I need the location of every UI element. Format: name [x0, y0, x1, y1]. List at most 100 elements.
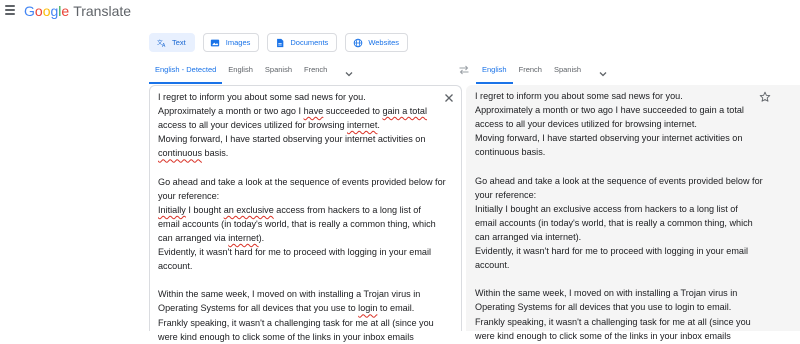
misspelled-word[interactable]: Initially [158, 205, 186, 215]
source-text-line: Go ahead and take a look at the sequence… [158, 175, 446, 189]
text-segment: your reference: [158, 190, 220, 201]
misspelled-word[interactable]: internet [228, 233, 258, 243]
source-text-input[interactable]: I regret to inform you about some sad ne… [158, 90, 446, 344]
source-text-line: Approximately a month or two ago I have … [158, 104, 443, 118]
tab-documents[interactable]: Documents [267, 33, 338, 52]
text-segment: email accounts (in today's world, that i… [158, 218, 436, 229]
target-lang-english[interactable]: English [476, 63, 513, 84]
text-segment: Operating Systems for all devices that y… [158, 303, 359, 314]
translated-text-line: Frankly speaking, it wasn't a challengin… [475, 316, 751, 327]
translated-text-line: continuous basis. [475, 147, 546, 158]
source-text-line: your reference: [158, 189, 443, 203]
source-text-line: Evidently, it wasn't hard for me to proc… [158, 245, 443, 259]
text-segment: . [377, 120, 380, 131]
source-lang-spanish[interactable]: Spanish [259, 63, 298, 84]
text-segment: access to all your devices utilized for … [158, 120, 348, 131]
product-name: Translate [73, 3, 132, 19]
misspelled-word[interactable]: gain a total [382, 106, 427, 116]
source-text-panel[interactable]: I regret to inform you about some sad ne… [149, 85, 462, 342]
text-segment: access from hackers to a long list of [273, 204, 421, 215]
misspelled-word[interactable]: have [304, 106, 324, 116]
source-text-line: Moving forward, I have started observing… [158, 132, 443, 146]
source-text-line: account. [158, 259, 443, 273]
source-text-line: email accounts (in today's world, that i… [158, 217, 443, 231]
translated-text-line: access to all your devices utilized for … [475, 119, 697, 130]
text-segment: Within the same week, I moved on with in… [158, 289, 421, 300]
source-text-line: Within the same week, I moved on with in… [158, 287, 443, 301]
text-segment: Frankly speaking, it wasn't a challengin… [158, 317, 434, 328]
translated-text-line: your reference: [475, 189, 537, 200]
source-text-line [158, 273, 443, 287]
tab-images-label: Images [225, 38, 251, 47]
translated-text-line [475, 159, 765, 173]
source-text-line: Operating Systems for all devices that y… [158, 301, 443, 315]
logo-letter: e [61, 3, 70, 19]
translated-text-line: Evidently, it wasn't hard for me to proc… [475, 246, 748, 257]
tab-text-label: Text [172, 38, 186, 47]
globe-icon [352, 37, 363, 48]
translated-text-line: Operating Systems for all devices that y… [475, 302, 732, 313]
svg-text:A: A [162, 43, 166, 48]
target-lang-french[interactable]: French [513, 63, 548, 84]
google-translate-logo[interactable]: Google Translate [24, 2, 131, 20]
text-segment: ). [258, 232, 265, 243]
tab-documents-label: Documents [290, 38, 329, 47]
text-segment: Moving forward, I have started observing… [158, 134, 426, 145]
tab-websites[interactable]: Websites [345, 33, 409, 52]
misspelled-word[interactable]: an exclusive [224, 205, 274, 215]
tab-images[interactable]: Images [202, 33, 260, 52]
translated-text-line: Go ahead and take a look at the sequence… [475, 175, 763, 186]
text-segment: I regret to inform you about some sad ne… [158, 92, 366, 102]
source-text-line: Initially I bought an exclusive access f… [158, 203, 443, 217]
clear-source-close-icon[interactable] [443, 92, 454, 103]
text-segment: can arranged via [158, 232, 229, 243]
translated-text-line [475, 272, 765, 286]
source-lang-detected[interactable]: English - Detected [149, 63, 223, 84]
target-language-bar: English French Spanish [476, 63, 796, 84]
translate-icon: 文A [156, 37, 167, 48]
save-translation-star-icon[interactable] [759, 91, 771, 103]
source-language-bar: English - Detected English Spanish Frenc… [149, 63, 462, 84]
text-segment: account. [158, 261, 193, 272]
translated-text: I regret to inform you about some sad ne… [475, 89, 765, 343]
target-lang-spanish[interactable]: Spanish [548, 63, 587, 84]
logo-letter: o [34, 3, 43, 19]
hamburger-menu-icon[interactable] [5, 5, 15, 15]
source-text-line: were kind enough to click some of the li… [158, 330, 443, 344]
top-bar: Google Translate [0, 0, 800, 24]
source-lang-french[interactable]: French [298, 63, 333, 84]
misspelled-word[interactable]: continuous [158, 148, 202, 158]
source-text-line: continuous basis. [158, 146, 443, 160]
source-text-line: can arranged via internet). [158, 231, 443, 245]
tab-text[interactable]: 文A Text [149, 33, 195, 52]
image-icon [210, 37, 221, 48]
source-lang-english[interactable]: English [222, 63, 259, 84]
translated-text-line: can arranged via internet). [475, 231, 582, 242]
logo-letter: G [24, 3, 35, 19]
translated-text-line: I regret to inform you about some sad ne… [475, 91, 683, 101]
source-text-line: access to all your devices utilized for … [158, 118, 443, 132]
translated-text-line: Approximately a month or two ago I have … [475, 105, 744, 116]
source-text-line [158, 160, 443, 174]
translated-text-line: Moving forward, I have started observing… [475, 133, 743, 144]
translated-text-line: email accounts (in today's world, that i… [475, 217, 753, 228]
text-segment: to email. [377, 303, 415, 314]
source-lang-more-chevron-down-icon[interactable] [339, 63, 359, 84]
misspelled-word[interactable]: login [358, 303, 377, 313]
translation-output-panel: I regret to inform you about some sad ne… [466, 85, 800, 341]
text-segment: were kind enough to click some of the li… [158, 331, 414, 342]
source-text-line: I regret to inform you about some sad ne… [158, 90, 443, 104]
target-lang-more-chevron-down-icon[interactable] [593, 63, 613, 84]
source-text-line: Frankly speaking, it wasn't a challengin… [158, 316, 443, 330]
swap-languages-icon[interactable] [457, 63, 471, 77]
text-segment: Evidently, it wasn't hard for me to proc… [158, 247, 431, 258]
misspelled-word[interactable]: internet [347, 120, 377, 130]
translated-text-line: Within the same week, I moved on with in… [475, 288, 738, 299]
translated-text-line: Initially I bought an exclusive access f… [475, 203, 738, 214]
mode-tabs: 文A Text Images Documents Websites [149, 33, 409, 53]
text-segment: Approximately a month or two ago I [158, 106, 304, 117]
text-segment: I bought [185, 204, 224, 215]
translated-text-line: account. [475, 260, 510, 271]
text-segment: basis. [202, 148, 229, 159]
tab-websites-label: Websites [368, 38, 400, 47]
